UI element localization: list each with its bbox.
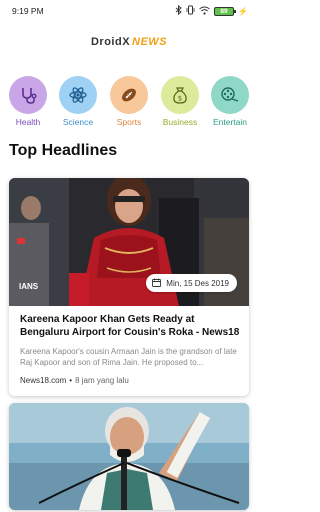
article-source: News18.com: [20, 376, 67, 385]
meta-separator: •: [69, 376, 73, 385]
article-meta: News18.com • 8 jam yang lalu: [20, 376, 129, 385]
svg-text:$: $: [178, 95, 182, 103]
status-time: 9:19 PM: [12, 6, 44, 16]
money-bag-icon: $: [161, 76, 199, 114]
category-row: Health Science Sports $ Business Enterta…: [0, 76, 258, 132]
article-card[interactable]: [9, 403, 249, 510]
status-bar: 9:19 PM 89 ⚡: [0, 0, 258, 22]
stethoscope-icon: [9, 76, 47, 114]
article-date: Min, 15 Des 2019: [166, 278, 229, 288]
category-label: Science: [62, 117, 94, 127]
app-logo-accent: NEWS: [132, 36, 168, 48]
article-summary: Kareena Kapoor's cousin Armaan Jain is t…: [20, 347, 237, 367]
article-source-tag: IANS: [19, 282, 39, 291]
article-time: 8 jam yang lalu: [75, 376, 129, 385]
charging-icon: ⚡: [238, 6, 248, 16]
football-icon: [110, 76, 148, 114]
film-reel-icon: [211, 76, 249, 114]
section-title: Top Headlines: [9, 142, 118, 159]
vibrate-icon: [186, 5, 195, 17]
category-label: Entertain: [212, 117, 248, 127]
category-label: Business: [162, 117, 198, 127]
category-sports[interactable]: Sports: [103, 76, 155, 127]
category-science[interactable]: Science: [52, 76, 104, 127]
category-health[interactable]: Health: [2, 76, 54, 127]
bluetooth-icon: [175, 4, 182, 17]
category-label: Sports: [116, 117, 142, 127]
category-entertain[interactable]: Entertain: [204, 76, 256, 127]
article-card[interactable]: IANS Min, 15 Des 2019 Kareena Kapoor Kha…: [9, 178, 249, 396]
app-bar: DroidX NEWS: [0, 22, 258, 62]
atom-icon: [59, 76, 97, 114]
article-image: IANS Min, 15 Des 2019: [9, 178, 249, 306]
app-logo-text: DroidX: [90, 36, 131, 48]
battery-icon: 89: [214, 6, 237, 16]
wifi-icon: [199, 6, 210, 17]
calendar-icon: [152, 278, 162, 289]
article-image: [9, 403, 249, 510]
category-label: Health: [15, 117, 41, 127]
category-business[interactable]: $ Business: [154, 76, 206, 127]
article-headline[interactable]: Kareena Kapoor Khan Gets Ready at Bengal…: [20, 313, 242, 339]
date-badge: Min, 15 Des 2019: [146, 274, 237, 292]
status-icons: 89 ⚡: [175, 4, 248, 17]
